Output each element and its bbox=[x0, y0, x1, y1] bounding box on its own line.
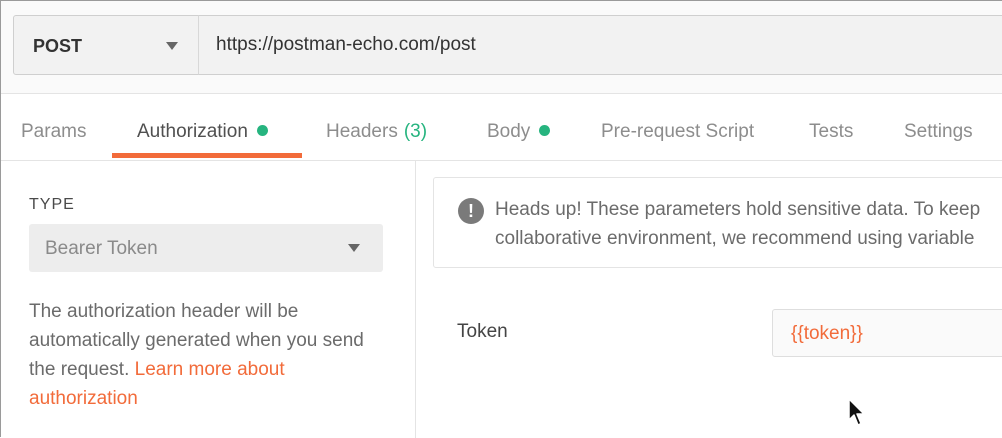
tab-label: Settings bbox=[904, 121, 973, 142]
tab-pre-request-script[interactable]: Pre-request Script bbox=[601, 94, 754, 158]
exclamation-icon: ! bbox=[458, 198, 484, 224]
app-window: POST https://postman-echo.com/post Param… bbox=[0, 0, 1002, 438]
status-dot-icon bbox=[539, 125, 551, 136]
notice-line-1: Heads up! These parameters hold sensitiv… bbox=[495, 199, 981, 220]
url-input[interactable]: https://postman-echo.com/post bbox=[198, 15, 1002, 75]
request-tabs: Params Authorization Headers (3) Body Pre… bbox=[1, 94, 1002, 161]
tab-body[interactable]: Body bbox=[487, 94, 551, 158]
request-bar: POST https://postman-echo.com/post bbox=[1, 1, 1002, 94]
tab-label: Tests bbox=[809, 121, 854, 142]
token-value: {{token}} bbox=[791, 323, 863, 344]
method-value: POST bbox=[33, 36, 83, 56]
auth-type-panel: TYPE Bearer Token The authorization head… bbox=[1, 161, 416, 438]
tab-authorization[interactable]: Authorization bbox=[137, 94, 268, 158]
chevron-down-icon bbox=[348, 244, 360, 252]
tab-label: Body bbox=[487, 121, 531, 142]
tab-label: Pre-request Script bbox=[601, 121, 755, 142]
mouse-pointer-icon bbox=[848, 398, 865, 426]
auth-type-value: Bearer Token bbox=[45, 238, 158, 259]
active-tab-indicator bbox=[112, 153, 302, 158]
type-label: TYPE bbox=[29, 196, 75, 213]
tab-tests[interactable]: Tests bbox=[809, 94, 853, 158]
tab-label: Params bbox=[21, 121, 87, 142]
status-dot-icon bbox=[256, 125, 268, 136]
sensitive-data-notice: ! Heads up! These parameters hold sensit… bbox=[433, 177, 1002, 268]
token-input[interactable]: {{token}} bbox=[772, 309, 1002, 357]
notice-line-2: collaborative environment, we recommend … bbox=[495, 228, 975, 249]
method-select[interactable]: POST bbox=[13, 15, 199, 75]
token-label: Token bbox=[457, 321, 508, 342]
auth-type-select[interactable]: Bearer Token bbox=[29, 224, 383, 272]
auth-help-text: The authorization header will be automat… bbox=[29, 297, 389, 413]
chevron-down-icon bbox=[166, 42, 178, 50]
tab-settings[interactable]: Settings bbox=[904, 94, 973, 158]
tab-params[interactable]: Params bbox=[21, 94, 86, 158]
url-value: https://postman-echo.com/post bbox=[216, 34, 476, 55]
notice-text: Heads up! These parameters hold sensitiv… bbox=[495, 195, 1002, 253]
tab-label: Headers bbox=[326, 121, 398, 142]
headers-count: (3) bbox=[403, 121, 428, 142]
tab-headers[interactable]: Headers (3) bbox=[326, 94, 427, 158]
tab-label: Authorization bbox=[137, 121, 248, 142]
